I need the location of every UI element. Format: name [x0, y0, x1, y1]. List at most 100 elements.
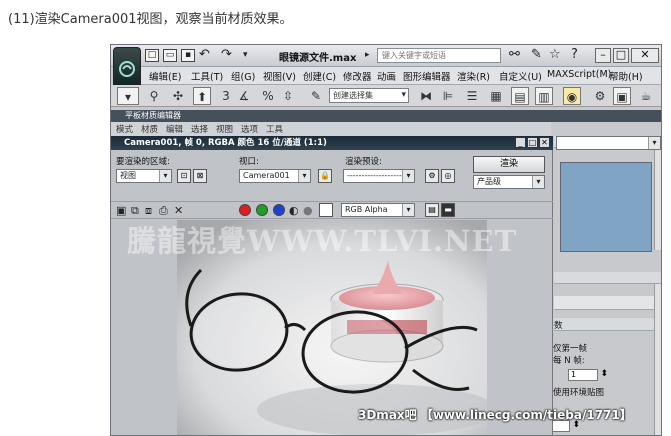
menu-help[interactable]: 帮助(H): [609, 69, 643, 83]
command-panel: 数 仅第一帧 每 N 帧: 1 使用环境贴图: [552, 136, 661, 435]
side-scrollbar-top[interactable]: [654, 150, 661, 250]
menu-customize[interactable]: 自定义(U): [499, 69, 542, 83]
me-menu-view[interactable]: 视图: [216, 123, 233, 135]
mirror-icon[interactable]: ⧓: [417, 87, 435, 105]
main-menu-bar: 编辑(E) 工具(T) 组(G) 视图(V) 创建(C) 修改器 动画 图形编辑…: [141, 67, 661, 85]
frame-close-button[interactable]: ✕: [539, 137, 550, 148]
rollout-header-text: 数: [554, 321, 563, 331]
open-file-icon[interactable]: ▭: [163, 49, 177, 62]
side-panel-rollout-header: 数: [554, 318, 661, 331]
render-quality-dropdown[interactable]: 产品级: [473, 175, 545, 189]
viewport-dropdown[interactable]: Camera001: [239, 169, 311, 183]
clone-window-icon[interactable]: ⧈: [145, 204, 152, 218]
help-icon[interactable]: ?: [571, 47, 578, 62]
first-frame-only-label[interactable]: 仅第一帧: [553, 342, 587, 354]
toggle-ui-icon[interactable]: ▬: [441, 203, 455, 217]
frame-minimize-button[interactable]: _: [515, 137, 526, 148]
search-input[interactable]: 键入关键字或短语: [377, 48, 501, 63]
select-object-icon[interactable]: ⬆: [193, 87, 211, 105]
frame-maximize-button[interactable]: □: [527, 137, 538, 148]
menu-tools[interactable]: 工具(T): [191, 69, 223, 83]
background-color-swatch[interactable]: [319, 203, 333, 217]
material-editor-title: 平板材质编辑器: [111, 110, 661, 122]
angle-snap-icon[interactable]: ∡: [235, 87, 253, 105]
close-button[interactable]: ✕: [631, 48, 659, 63]
viewport-label: 视口:: [239, 157, 259, 167]
material-editor-menu: 模式 材质 编辑 选择 视图 选项 工具: [111, 122, 551, 136]
side-panel-input-row[interactable]: [554, 296, 661, 310]
layer-manager-icon[interactable]: ☰: [463, 87, 481, 105]
tlvi-watermark: 騰龍視覺WWW.TLVI.NET: [127, 224, 518, 258]
save-image-icon[interactable]: ▣: [116, 204, 126, 217]
render-production-icon[interactable]: ☕: [637, 87, 655, 105]
me-menu-options[interactable]: 选项: [241, 123, 258, 135]
red-channel-icon[interactable]: [239, 204, 251, 216]
menu-modifiers[interactable]: 修改器: [343, 69, 372, 83]
material-editor-icon[interactable]: ◉: [563, 87, 581, 105]
edit-region-icon[interactable]: ⊡: [177, 169, 191, 183]
minimize-button[interactable]: –: [595, 48, 611, 63]
menu-edit[interactable]: 编辑(E): [149, 69, 181, 83]
me-menu-select[interactable]: 选择: [191, 123, 208, 135]
communication-center-icon[interactable]: ✎: [531, 47, 542, 62]
auto-region-icon[interactable]: ⊠: [193, 169, 207, 183]
linecg-watermark: 3Dmax吧 【www.linecg.com/tieba/1771】: [358, 408, 632, 422]
favorites-star-icon[interactable]: ☆: [549, 47, 561, 62]
environment-icon[interactable]: ◎: [441, 169, 455, 183]
every-n-frames-spinner[interactable]: 1: [568, 369, 608, 381]
binoculars-icon[interactable]: ⚯: [509, 47, 520, 62]
use-environment-map-label[interactable]: 使用环境贴图: [553, 386, 604, 398]
maximize-button[interactable]: □: [613, 48, 629, 63]
rendered-frame-window-icon[interactable]: ▣: [613, 87, 631, 105]
curve-editor-icon[interactable]: ▤: [511, 87, 529, 105]
green-channel-icon[interactable]: [256, 204, 268, 216]
new-file-icon[interactable]: □: [145, 49, 159, 62]
modifier-list-dropdown[interactable]: [556, 136, 661, 150]
menu-animation[interactable]: 动画: [377, 69, 396, 83]
snap-3d-icon[interactable]: 3: [217, 87, 235, 105]
undo-icon[interactable]: ↶: [199, 47, 210, 62]
render-frame-toolbar: ▣ ⧉ ⧈ ⎙ ✕ ◐ ● RGB Alpha ▤ ▬: [111, 201, 553, 219]
alpha-channel-icon[interactable]: ◐: [289, 204, 299, 217]
selection-filter-dropdown[interactable]: ▾: [117, 87, 139, 105]
menu-group[interactable]: 组(G): [231, 69, 255, 83]
me-menu-material[interactable]: 材质: [141, 123, 158, 135]
quick-access-dropdown-icon[interactable]: ▾: [243, 50, 248, 60]
lock-viewport-icon[interactable]: 🔒: [318, 169, 332, 183]
max-logo-icon: [119, 61, 135, 77]
percent-snap-icon[interactable]: %: [259, 87, 277, 105]
title-bar: □ ▭ ▪ ↶ ↷ ▾ 眼镜源文件.max ▸ 键入关键字或短语 ⚯ ✎ ☆ ?…: [111, 45, 661, 67]
toggle-ui-overlay-icon[interactable]: ▤: [425, 203, 439, 217]
menu-create[interactable]: 创建(C): [303, 69, 336, 83]
align-icon[interactable]: ⊫: [439, 87, 457, 105]
edit-named-selection-icon[interactable]: ✎: [307, 87, 325, 105]
copy-image-icon[interactable]: ⧉: [131, 204, 139, 218]
graphite-tools-icon[interactable]: ▦: [487, 87, 505, 105]
material-preview-slot[interactable]: [560, 162, 652, 252]
side-scrollbar-bottom[interactable]: [654, 284, 661, 435]
menu-views[interactable]: 视图(V): [263, 69, 296, 83]
me-menu-edit[interactable]: 编辑: [166, 123, 183, 135]
render-preset-dropdown[interactable]: --------------------: [343, 169, 415, 183]
schematic-view-icon[interactable]: ▥: [535, 87, 553, 105]
spinner-snap-icon[interactable]: ⇳: [279, 87, 297, 105]
select-link-icon[interactable]: ⚲: [145, 87, 163, 105]
monochrome-icon[interactable]: ●: [303, 204, 313, 217]
channel-display-dropdown[interactable]: RGB Alpha: [341, 203, 415, 217]
me-menu-utilities[interactable]: 工具: [266, 123, 283, 135]
area-to-render-dropdown[interactable]: 视图: [116, 169, 172, 183]
blue-channel-icon[interactable]: [273, 204, 285, 216]
menu-graph-editors[interactable]: 图形编辑器: [403, 69, 451, 83]
render-setup-icon[interactable]: ⚙: [591, 87, 609, 105]
render-button[interactable]: 渲染: [473, 156, 545, 173]
render-setup-small-icon[interactable]: ⚙: [425, 169, 439, 183]
bind-space-warp-icon[interactable]: ✣: [169, 87, 187, 105]
redo-icon[interactable]: ↷: [221, 47, 232, 62]
menu-maxscript[interactable]: MAXScript(M): [547, 69, 611, 80]
save-icon[interactable]: ▪: [181, 49, 195, 62]
me-menu-mode[interactable]: 模式: [116, 123, 133, 135]
clear-image-icon[interactable]: ✕: [174, 204, 183, 217]
print-image-icon[interactable]: ⎙: [159, 204, 168, 218]
menu-rendering[interactable]: 渲染(R): [457, 69, 490, 83]
named-selection-set-dropdown[interactable]: 创建选择集: [329, 88, 409, 103]
